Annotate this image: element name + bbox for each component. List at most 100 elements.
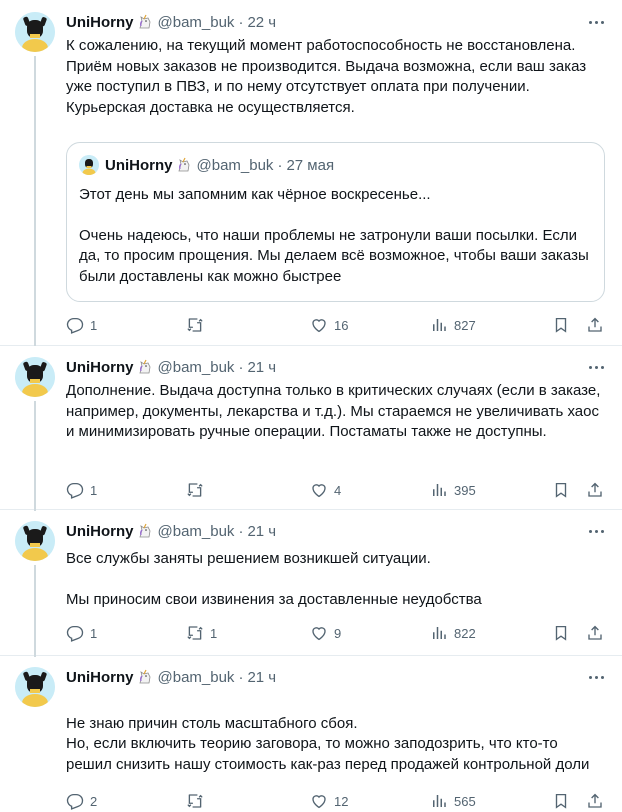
unicorn-icon (137, 14, 153, 30)
retweet-button[interactable] (186, 481, 210, 499)
quoted-tweet-header: UniHorny @bam_buk · 27 мая (79, 155, 592, 175)
more-options-button[interactable] (586, 523, 606, 539)
retweet-button[interactable]: 1 (186, 624, 217, 642)
tweet-paragraph: Не знаю причин столь масштабного сбоя. Н… (66, 714, 590, 773)
reply-icon (66, 482, 84, 499)
views-count: 822 (454, 625, 476, 641)
avatar[interactable] (15, 521, 55, 561)
more-options-button[interactable] (586, 14, 606, 30)
author-handle[interactable]: @bam_buk (158, 523, 235, 540)
like-button[interactable]: 9 (310, 624, 341, 642)
tweet[interactable]: UniHorny @bam_buk · 21 ч Не знаю причин … (0, 655, 622, 810)
like-count: 4 (334, 482, 342, 498)
share-button[interactable] (586, 316, 604, 334)
bookmark-button[interactable] (552, 624, 570, 642)
thread-line (34, 565, 36, 657)
timestamp[interactable]: 21 ч (247, 359, 276, 376)
reply-button[interactable]: 2 (66, 792, 97, 810)
share-icon (588, 793, 602, 808)
share-button[interactable] (586, 481, 604, 499)
bookmark-button[interactable] (552, 316, 570, 334)
separator-dot: · (238, 668, 244, 686)
more-options-button[interactable] (586, 669, 606, 685)
views-icon (433, 319, 446, 331)
avatar[interactable] (15, 357, 55, 397)
author-name[interactable]: UniHorny (66, 14, 134, 31)
tweet-paragraph: Все службы заняты решением возникшей сит… (66, 550, 431, 567)
reply-count: 2 (90, 793, 98, 809)
unicorn-icon (176, 157, 192, 173)
author-handle[interactable]: @bam_buk (158, 14, 235, 31)
quoted-tweet-text: Этот день мы запомним как чёрное воскрес… (79, 185, 592, 287)
avatar[interactable] (15, 12, 55, 52)
reply-count: 1 (90, 482, 98, 498)
tweet[interactable]: UniHorny @bam_buk · 22 ч К сожалению, на… (0, 0, 622, 346)
separator-dot: · (277, 156, 283, 174)
like-button[interactable]: 16 (310, 316, 348, 334)
tweet-text: К сожалению, на текущий момент работоспо… (66, 36, 604, 118)
author-name[interactable]: UniHorny (66, 523, 134, 540)
like-button[interactable]: 12 (310, 792, 348, 810)
reply-button[interactable]: 1 (66, 316, 97, 334)
author-name[interactable]: UniHorny (66, 359, 134, 376)
separator-dot: · (238, 13, 244, 31)
bookmark-icon (555, 625, 567, 641)
views-icon (433, 627, 446, 639)
tweet[interactable]: UniHorny @bam_buk · 21 ч Дополнение. Выд… (0, 345, 622, 511)
unicorn-icon (137, 669, 153, 685)
retweet-button[interactable] (186, 316, 210, 334)
more-options-button[interactable] (586, 359, 606, 375)
quoted-paragraph: Очень надеюсь, что наши проблемы не затр… (79, 226, 589, 285)
unicorn-icon (137, 359, 153, 375)
tweet-paragraph: К сожалению, на текущий момент работоспо… (66, 37, 587, 116)
reply-count: 1 (90, 317, 98, 333)
bookmark-button[interactable] (552, 481, 570, 499)
like-button[interactable]: 4 (310, 481, 341, 499)
tweet-header: UniHorny @bam_buk · 22 ч (66, 12, 276, 32)
heart-icon (312, 795, 326, 809)
author-handle[interactable]: @bam_buk (158, 359, 235, 376)
tweet-paragraph: Мы приносим свои извинения за доставленн… (66, 590, 482, 608)
heart-icon (312, 319, 326, 333)
views-icon (433, 484, 446, 496)
author-handle[interactable]: @bam_buk (158, 669, 235, 686)
quoted-tweet[interactable]: UniHorny @bam_buk · 27 мая Этот день мы … (66, 142, 605, 302)
tweet[interactable]: UniHorny @bam_buk · 21 ч Все службы заня… (0, 509, 622, 657)
quoted-avatar (79, 155, 99, 175)
action-bar: 2 12 565 (66, 792, 606, 812)
bookmark-icon (555, 317, 567, 333)
timestamp[interactable]: 21 ч (247, 669, 276, 686)
reply-button[interactable]: 1 (66, 624, 97, 642)
tweet-text: Все службы заняты решением возникшей сит… (66, 549, 604, 610)
action-bar: 1 16 827 (66, 316, 606, 336)
retweet-count: 1 (210, 625, 218, 641)
timestamp[interactable]: 22 ч (247, 14, 276, 31)
thread-line (34, 401, 36, 511)
tweet-text: Дополнение. Выдача доступна только в кри… (66, 381, 604, 443)
avatar[interactable] (15, 667, 55, 707)
retweet-button[interactable] (186, 792, 210, 810)
share-button[interactable] (586, 624, 604, 642)
separator-dot: · (238, 358, 244, 376)
quoted-author-name: UniHorny (105, 156, 173, 174)
views-button[interactable]: 827 (430, 316, 476, 334)
views-button[interactable]: 822 (430, 624, 476, 642)
views-button[interactable]: 395 (430, 481, 476, 499)
reply-button[interactable]: 1 (66, 481, 97, 499)
tweet-header: UniHorny @bam_buk · 21 ч (66, 357, 276, 377)
heart-icon (312, 627, 326, 641)
tweet-text: Не знаю причин столь масштабного сбоя. Н… (66, 693, 604, 796)
views-count: 827 (454, 317, 476, 333)
timestamp[interactable]: 21 ч (247, 523, 276, 540)
views-button[interactable]: 565 (430, 792, 476, 810)
share-button[interactable] (586, 792, 604, 810)
tweet-paragraph: Дополнение. Выдача доступна только в кри… (66, 382, 601, 440)
bookmark-button[interactable] (552, 792, 570, 810)
reply-count: 1 (90, 625, 98, 641)
reply-icon (66, 793, 84, 810)
unicorn-icon (137, 523, 153, 539)
views-count: 565 (454, 793, 476, 809)
author-name[interactable]: UniHorny (66, 669, 134, 686)
tweet-header: UniHorny @bam_buk · 21 ч (66, 667, 276, 687)
action-bar: 1 4 395 (66, 481, 606, 501)
